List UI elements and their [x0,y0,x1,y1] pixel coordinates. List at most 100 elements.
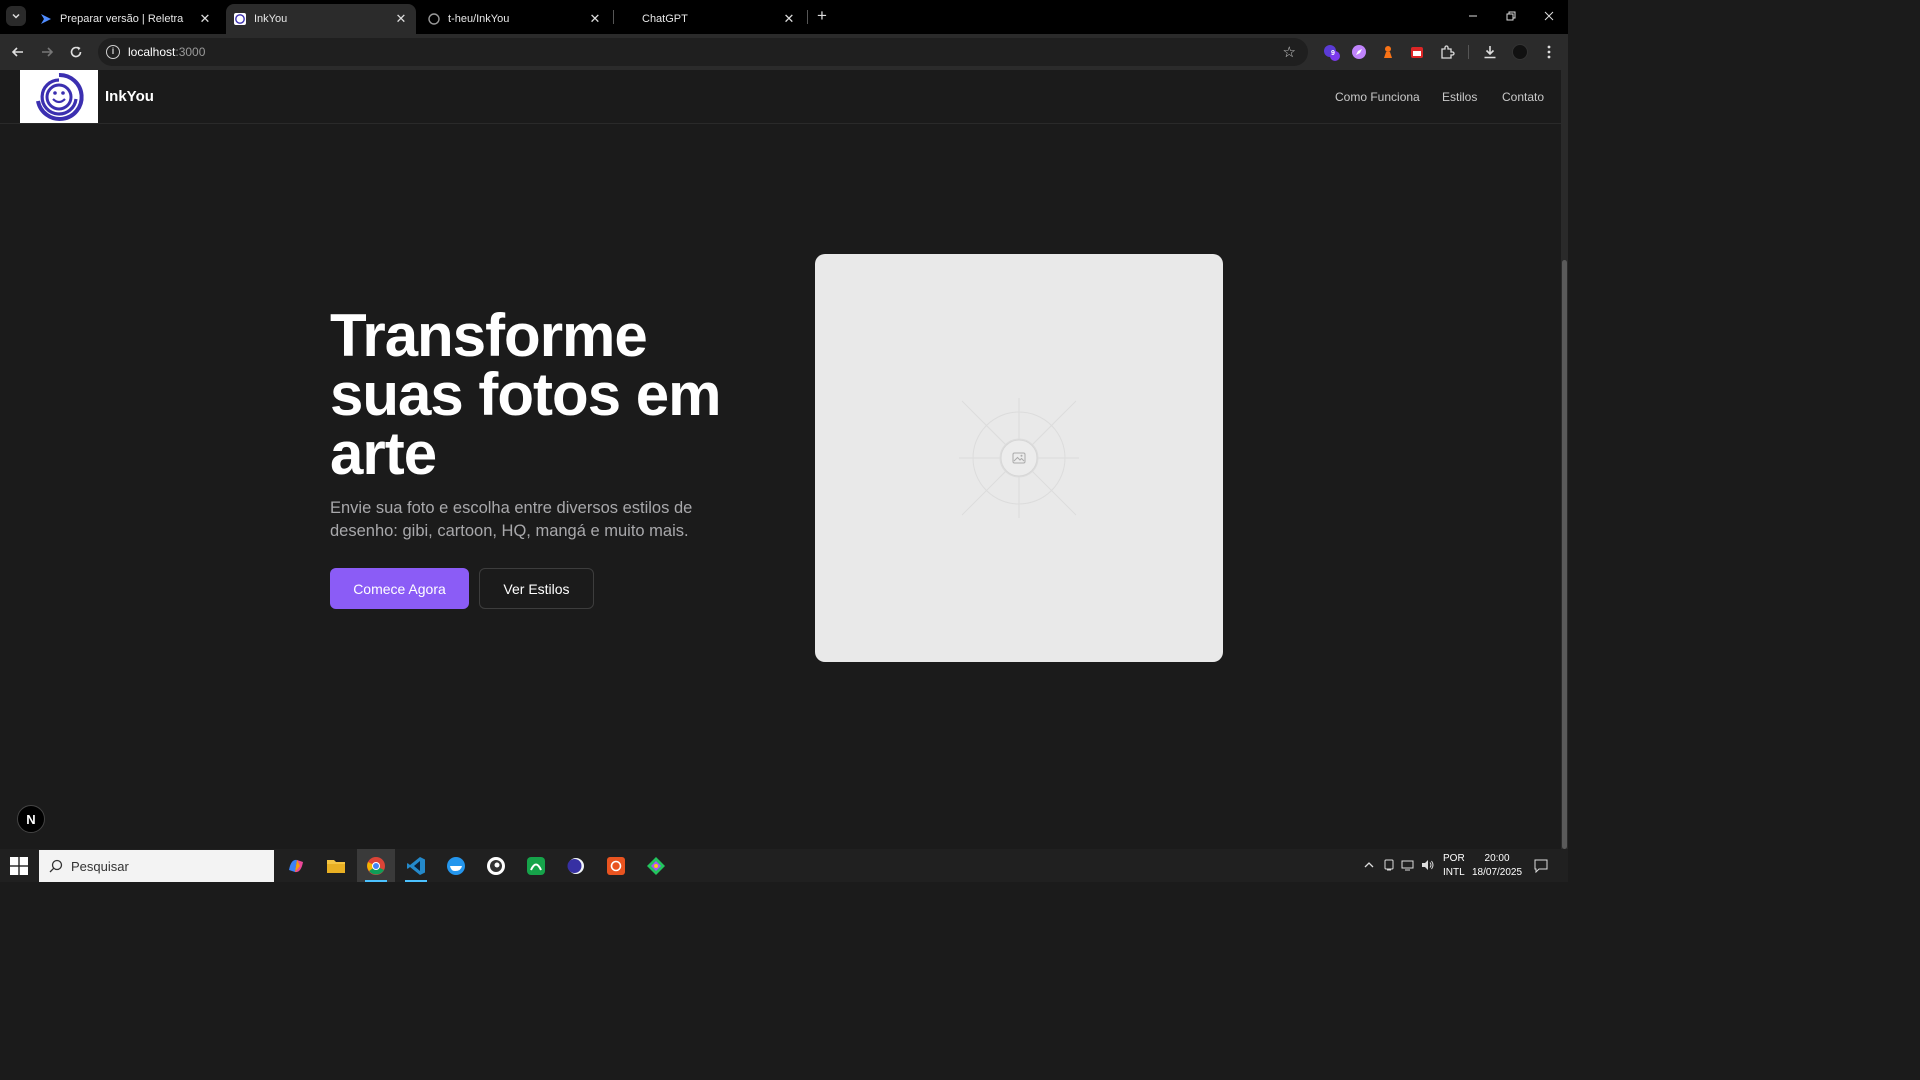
chevron-down-icon [12,13,20,19]
minimize-button[interactable] [1463,6,1483,26]
start-button[interactable] [10,857,28,875]
smiley-logo-icon [36,72,84,121]
taskbar-app-vscode[interactable] [397,849,435,882]
tab-title: t-heu/InkYou [448,13,510,25]
taskbar-app-eclipse[interactable] [557,849,595,882]
url-host: localhost [128,45,176,59]
arrow-right-icon [42,47,54,57]
browser-toolbar: i localhost:3000 ☆ 9 [0,34,1568,70]
browser-menu-button[interactable] [1540,43,1558,61]
restore-icon [1506,11,1516,21]
show-hidden-icons-button[interactable] [1363,859,1375,874]
tab-title: InkYou [254,13,288,25]
new-tab-button[interactable]: + [813,7,831,25]
notification-icon [1534,859,1548,874]
taskbar-clock[interactable]: 20:00 18/07/2025 [1472,852,1522,880]
page-scrollbar[interactable] [1561,70,1568,849]
site-header: InkYou Como Funciona Estilos Contato [0,70,1561,124]
extensions-menu-button[interactable] [1438,43,1456,61]
nextjs-dev-indicator[interactable]: N [17,805,45,833]
downloads-button[interactable] [1481,43,1499,61]
reload-button[interactable] [66,42,86,62]
taskbar-app-insomnia[interactable] [477,849,515,882]
view-styles-button[interactable]: Ver Estilos [479,568,594,609]
extension-button[interactable] [1408,43,1426,61]
bookmark-star-icon[interactable]: ☆ [1283,43,1296,61]
site-logo[interactable] [20,70,98,123]
taskbar-app-chrome[interactable] [357,849,395,882]
close-window-button[interactable] [1539,6,1559,26]
insomnia-icon [487,856,505,875]
clock-time: 20:00 [1484,853,1510,864]
language-line: POR [1443,853,1465,864]
hero-title-line: arte [330,420,437,487]
minimize-icon [1469,15,1477,17]
taskbar-app-docker[interactable] [437,849,475,882]
reload-icon [70,46,82,58]
extension-button[interactable] [1379,43,1397,61]
folder-icon [327,859,345,873]
tray-meet-icon[interactable] [1383,859,1395,874]
nav-link-contato[interactable]: Contato [1502,90,1544,104]
site-info-icon[interactable]: i [106,45,120,59]
tray-network-icon[interactable] [1401,859,1415,874]
url-port: :3000 [175,45,206,59]
puzzle-icon [1441,45,1455,59]
taskbar-app-git-tool[interactable] [637,849,675,882]
active-app-indicator [405,880,427,882]
nav-link-estilos[interactable]: Estilos [1442,90,1477,104]
close-tab-icon[interactable]: ✕ [198,11,212,26]
language-line: INTL [1443,867,1465,878]
address-bar[interactable]: i localhost:3000 ☆ [98,38,1308,66]
github-icon [428,13,440,25]
compass-icon [1352,45,1366,59]
chevron-up-icon [1364,862,1374,868]
language-indicator[interactable]: POR INTL [1443,852,1465,880]
clock-date: 18/07/2025 [1472,867,1523,878]
ubuntu-icon [607,856,625,875]
back-button[interactable] [8,42,28,62]
arrow-left-icon [11,47,23,57]
search-icon [49,859,63,873]
windows-logo-icon [10,857,28,875]
web-page: InkYou Como Funciona Estilos Contato Tra… [0,70,1561,849]
network-icon [1401,860,1414,871]
tab-github[interactable]: t-heu/InkYou ✕ [420,4,610,34]
inkyou-favicon [234,13,246,25]
close-tab-icon[interactable]: ✕ [394,11,408,26]
close-tab-icon[interactable]: ✕ [588,11,602,26]
close-tab-icon[interactable]: ✕ [782,11,796,26]
hero-title-line: suas fotos em [330,361,721,428]
chatgpt-icon [622,13,634,25]
tab-search-button[interactable] [6,6,26,26]
tab-chatgpt[interactable]: ChatGPT ✕ [614,4,804,34]
restore-button[interactable] [1501,6,1521,26]
browser-tab-bar: Preparar versão | Reletra ✕ InkYou ✕ t-h… [0,0,1568,34]
notifications-button[interactable] [1534,859,1548,876]
scrollbar-thumb[interactable] [1562,260,1567,849]
tab-reletra[interactable]: Preparar versão | Reletra ✕ [32,4,220,34]
chess-pawn-icon [1384,46,1392,58]
start-now-button[interactable]: Comece Agora [330,568,469,609]
eclipse-icon [567,857,584,874]
extension-button[interactable]: 9 [1322,43,1340,61]
extension-button[interactable] [1350,43,1368,61]
tray-volume-icon[interactable] [1421,859,1435,874]
hero-title: Transforme suas fotos em arte [330,302,750,487]
forward-button[interactable] [37,42,57,62]
hero-image-placeholder [815,254,1223,662]
nav-link-como-funciona[interactable]: Como Funciona [1335,90,1420,104]
taskbar-app-file-explorer[interactable] [317,849,355,882]
taskbar-search[interactable]: Pesquisar [39,850,274,882]
windows-taskbar: Pesquisar POR INTL 20:00 18/07/2025 [0,849,1568,882]
more-vertical-icon [1547,45,1551,59]
download-icon [1484,46,1496,59]
tab-inkyou[interactable]: InkYou ✕ [226,4,416,34]
hero-title-line: Transforme [330,302,648,369]
taskbar-app-copilot[interactable] [277,849,315,882]
taskbar-app-green[interactable] [517,849,555,882]
extension-badge: 9 [1331,50,1335,57]
active-app-indicator [365,880,387,882]
taskbar-app-ubuntu[interactable] [597,849,635,882]
profile-button[interactable] [1511,43,1529,61]
